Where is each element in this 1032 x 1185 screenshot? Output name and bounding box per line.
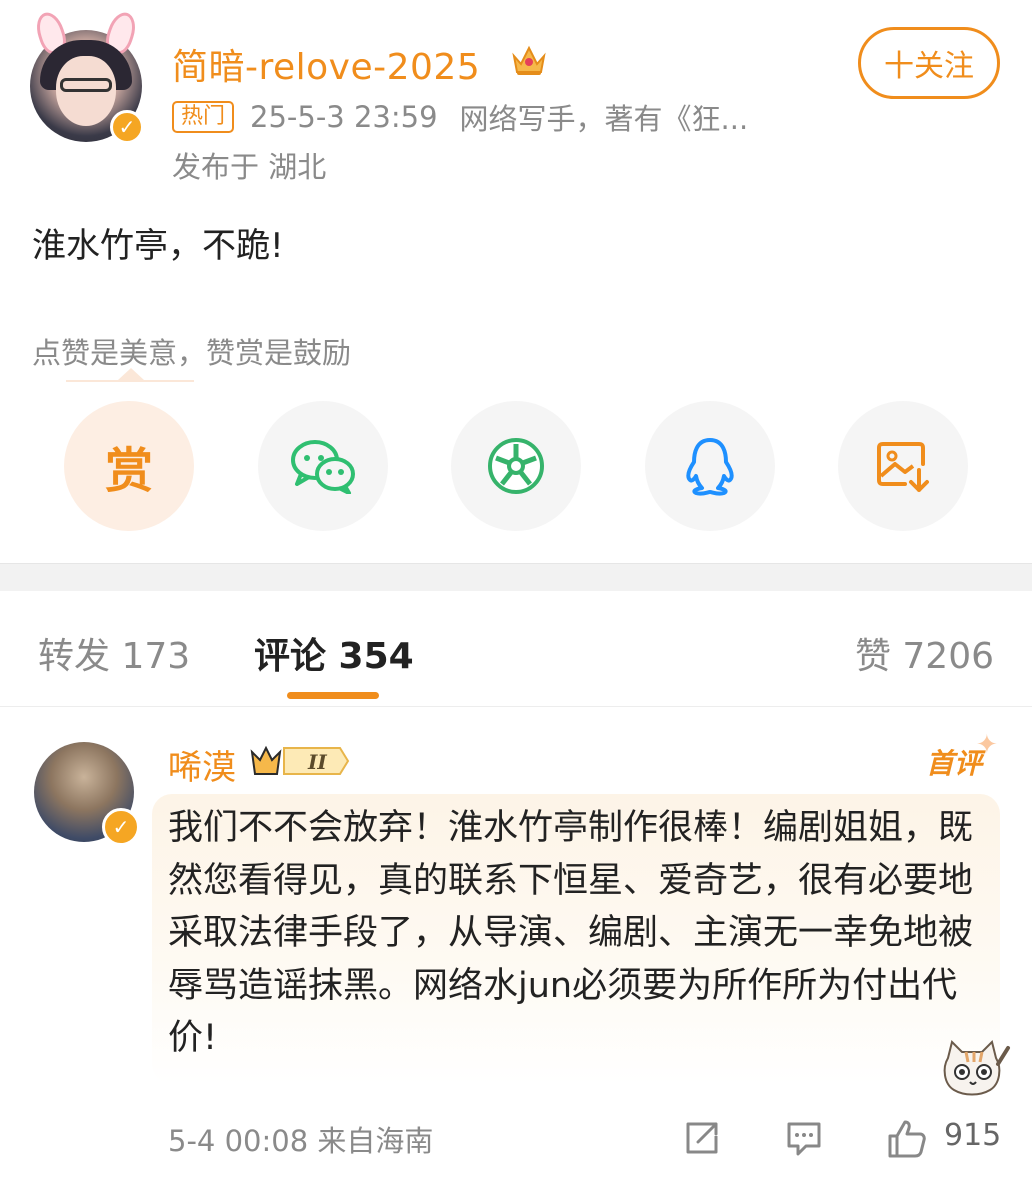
author-username[interactable]: 简暗-relove-2025 xyxy=(172,38,480,90)
wechat-icon xyxy=(291,440,355,494)
sparkle-icon: ✦ xyxy=(976,730,998,760)
reward-tip: 点赞是美意，赞赏是鼓励 xyxy=(32,336,352,370)
follow-label: 十关注 xyxy=(884,49,974,84)
comment-meta: 5-4 00:08 来自海南 xyxy=(168,1124,434,1158)
qq-icon xyxy=(686,438,734,496)
save-image-icon xyxy=(877,442,929,492)
cat-sticker-icon xyxy=(943,1040,1010,1096)
save-image-button[interactable] xyxy=(838,401,968,531)
crown-icon xyxy=(512,45,546,75)
like-icon[interactable] xyxy=(886,1118,928,1160)
interaction-tabs: 转发 173 评论 354 赞 7206 xyxy=(0,591,1032,707)
post-time: 25-5-3 23:59 xyxy=(250,100,438,134)
post-content: 淮水竹亭，不跪! xyxy=(32,226,284,266)
repost-icon[interactable] xyxy=(682,1118,722,1158)
reward-button[interactable]: 赏 xyxy=(64,401,194,531)
share-moments-button[interactable] xyxy=(451,401,581,531)
section-divider xyxy=(0,563,1032,591)
first-comment-label: 首评 xyxy=(926,747,983,780)
tab-repost[interactable]: 转发 173 xyxy=(38,627,190,679)
reward-label: 赏 xyxy=(104,443,153,499)
like-count: 915 xyxy=(944,1118,1002,1153)
post-meta: 热门 25-5-3 23:59 网络写手，著有《狂... xyxy=(172,100,748,136)
share-row: 赏 xyxy=(64,401,968,531)
commenter-username[interactable]: 唏漠 xyxy=(168,740,236,789)
comment-text: 我们不不会放弃！淮水竹亭制作很棒！编剧姐姐，既然您看得见，真的联系下恒星、爱奇艺… xyxy=(168,808,974,1058)
moments-icon xyxy=(488,438,544,494)
post-header: ✓ 简暗-relove-2025 热门 25-5-3 23:59 网络写手，著有… xyxy=(0,0,1032,190)
avatar-glasses xyxy=(60,78,112,92)
fan-level-badge: II xyxy=(250,745,350,775)
share-qq-button[interactable] xyxy=(645,401,775,531)
verified-badge-icon: ✓ xyxy=(102,808,140,846)
reply-icon[interactable] xyxy=(784,1118,824,1158)
level-text: II xyxy=(307,750,327,774)
author-avatar[interactable]: ✓ xyxy=(30,9,144,144)
verified-badge-icon: ✓ xyxy=(110,110,144,144)
first-comment-badge: 首评 ✦ xyxy=(926,730,998,782)
hot-badge: 热门 xyxy=(172,101,235,133)
post-location: 发布于 湖北 xyxy=(172,150,327,184)
tab-likes[interactable]: 赞 7206 xyxy=(855,627,994,679)
tab-comments[interactable]: 评论 354 xyxy=(254,627,414,679)
follow-button[interactable]: 十关注 xyxy=(858,27,1000,99)
active-tab-indicator xyxy=(287,692,379,699)
author-bio: 网络写手，著有《狂... xyxy=(459,102,749,136)
commenter-avatar[interactable]: ✓ xyxy=(34,742,140,846)
share-wechat-button[interactable] xyxy=(258,401,388,531)
tip-pointer xyxy=(66,368,194,382)
comment-item: ✓ 唏漠 II 首评 ✦ 我们不不会放弃！淮水竹亭制作很棒！编剧姐姐，既然您看得… xyxy=(0,708,1032,1185)
